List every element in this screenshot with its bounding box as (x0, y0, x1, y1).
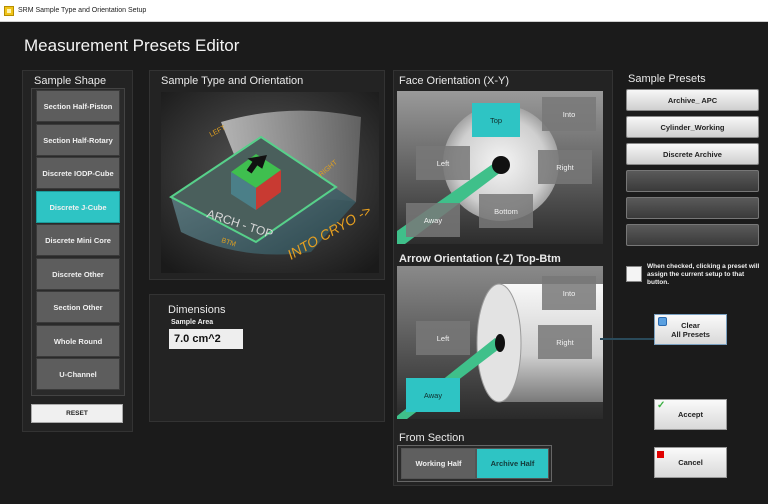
shape-whole-round[interactable]: Whole Round (36, 325, 120, 357)
shape-discrete-other[interactable]: Discrete Other (36, 258, 120, 290)
window-titlebar: SRM Sample Type and Orientation Setup (0, 0, 768, 22)
window-title: SRM Sample Type and Orientation Setup (18, 7, 147, 14)
shape-discrete-iodp-cube[interactable]: Discrete IODP-Cube (36, 157, 120, 189)
shape-discrete-mini-core[interactable]: Discrete Mini Core (36, 224, 120, 256)
accept-check-icon: ✓ (657, 400, 666, 411)
face-away-tile[interactable]: Away (406, 203, 460, 237)
sample-orientation-image: LEFT RIGHT ARCH - TOP BTM INTO CRYO -> (161, 92, 379, 273)
shape-section-half-rotary[interactable]: Section Half-Rotary (36, 124, 120, 156)
face-top-tile[interactable]: Top (472, 103, 520, 137)
arrow-into-tile[interactable]: Into (542, 276, 596, 310)
clear-label: Clear All Presets (671, 320, 710, 339)
page-title: Measurement Presets Editor (24, 36, 240, 55)
shape-u-channel[interactable]: U-Channel (36, 358, 120, 390)
dimensions-title: Dimensions (168, 304, 226, 316)
from-section-title: From Section (399, 432, 465, 444)
preset-button-2[interactable]: Cylinder_Working (626, 116, 759, 138)
assign-preset-note: When checked, clicking a preset will ass… (647, 263, 760, 286)
arrow-right-tile[interactable]: Right (538, 325, 592, 359)
face-bottom-tile[interactable]: Bottom (479, 194, 533, 228)
arrow-orientation-title: Arrow Orientation (-Z) Top-Btm (399, 253, 561, 265)
reset-button[interactable]: RESET (31, 404, 123, 423)
app-icon (4, 5, 14, 16)
preset-button-4[interactable] (626, 170, 759, 192)
preset-button-6[interactable] (626, 224, 759, 246)
face-left-tile[interactable]: Left (416, 146, 470, 180)
cancel-red-icon (657, 451, 664, 458)
face-hole (492, 156, 510, 174)
preset-button-5[interactable] (626, 197, 759, 219)
cancel-button[interactable]: Cancel (654, 447, 727, 478)
face-right-tile[interactable]: Right (538, 150, 592, 184)
arrow-hole (495, 334, 505, 352)
assign-preset-checkbox[interactable] (626, 266, 642, 282)
face-orientation-title: Face Orientation (X-Y) (399, 75, 510, 87)
cancel-label: Cancel (678, 458, 703, 467)
sample-area-value: 7.0 cm^2 (169, 329, 243, 349)
sample-presets-title: Sample Presets (628, 73, 706, 85)
sample-shape-title: Sample Shape (34, 75, 107, 87)
clear-presets-icon (658, 317, 667, 326)
shape-section-other[interactable]: Section Other (36, 291, 120, 323)
connector-line (600, 338, 654, 340)
sample-area-label: Sample Area (171, 319, 214, 326)
face-into-tile[interactable]: Into (542, 97, 596, 131)
arrow-away-tile[interactable]: Away (406, 378, 460, 412)
arrow-left-tile[interactable]: Left (416, 321, 470, 355)
working-half-button[interactable]: Working Half (401, 448, 476, 479)
preset-button-3[interactable]: Discrete Archive (626, 143, 759, 165)
shape-section-half-piston[interactable]: Section Half-Piston (36, 90, 120, 122)
accept-label: Accept (677, 410, 703, 419)
archive-half-button[interactable]: Archive Half (476, 448, 549, 479)
preset-button-1[interactable]: Archive_ APC (626, 89, 759, 111)
shape-discrete-j-cube[interactable]: Discrete J-Cube (36, 191, 120, 223)
sample-type-title: Sample Type and Orientation (161, 75, 304, 87)
